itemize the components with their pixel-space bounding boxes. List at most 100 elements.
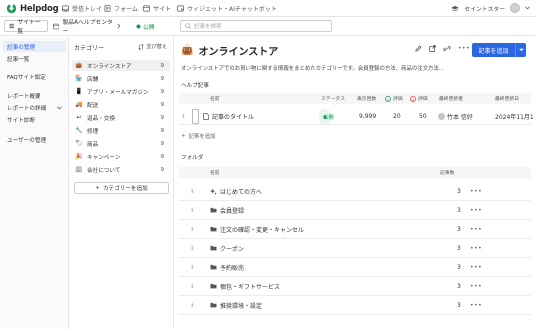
category-item[interactable]: 👜 オンラインストア 9 [72,60,170,71]
category-item[interactable]: 🎉 キャンペーン 9 [72,151,170,162]
nav-widget[interactable]: ウィジェット・AIチャットボット [177,4,277,13]
chevron-down-icon [518,48,524,52]
building-icon: 🏢 [75,166,83,173]
site-bar: サイト一覧 製品Aヘルプセンター 公開 記事を検索 [0,17,536,36]
sidebar-item-report-overview[interactable]: レポート概要 [3,90,66,101]
drag-handle-icon[interactable]: ⁞⁞ [191,277,194,295]
sidebar-item-article-management[interactable]: 記事の管理 [3,41,66,52]
folder-icon [210,258,217,276]
sidebar-item-site-diagnosis[interactable]: サイト診断 [3,114,66,125]
phone-icon: 📱 [75,88,83,95]
edit-icon[interactable] [415,45,422,52]
chevron-right-icon [117,23,121,29]
site-list-button[interactable]: サイト一覧 [4,20,48,35]
status-label: 公開 [323,114,334,121]
nav-inbox[interactable]: 受信トレイ [62,4,102,13]
status-badge-pill: 公開 [319,109,334,124]
nav-site-label: サイト [153,6,172,13]
more-icon[interactable]: ••• [470,296,482,314]
col-updated: 最終更新日 [495,97,519,102]
tag-icon: 🏷 [75,140,83,147]
table-row[interactable]: ⁞⁞ 記事のタイトル 公開 9,999 20 50 竹本 信好 2024年11月… [179,109,534,125]
nav-form[interactable]: フォーム [104,4,138,13]
drag-handle-icon[interactable]: ⁞⁞ [191,239,194,257]
col-updater: 最終更新者 [439,97,463,102]
drag-handle-icon[interactable]: ⁞⁞ [191,201,194,219]
open-external-icon[interactable] [429,45,436,52]
form-icon [104,5,111,12]
sort-button[interactable]: 並び替え [138,43,167,50]
row-checkbox[interactable] [192,109,199,124]
drag-handle-icon[interactable]: ⁞⁞ [191,182,194,200]
category-item[interactable]: ↩ 返品・交換 9 [72,112,170,123]
drag-handle-icon[interactable]: ⁞⁞ [182,109,185,124]
category-item[interactable]: 🔧 修理 9 [72,125,170,136]
more-icon[interactable]: ••• [470,277,482,295]
sidebar-item-report-detail[interactable]: レポートの詳細 [3,102,66,113]
articles-table-header: 名前 ステータス 表示回数 評価 評価 最終更新者 最終更新日 [179,93,531,104]
category-item[interactable]: 🏢 会社について 9 [72,164,170,175]
sidebar-item-faq-settings[interactable]: FAQサイト設定 [3,71,66,82]
good-value: 20 [393,113,401,120]
category-label: 返品・交換 [87,115,115,122]
more-icon[interactable]: ••• [470,220,482,238]
category-description: オンラインストアでのお買い物に関する情報をまとめたカテゴリーです。会員登録の方法… [181,66,444,72]
avatar[interactable] [510,3,520,13]
more-icon[interactable]: ••• [470,182,482,200]
folder-count: 3 [457,282,461,290]
category-item[interactable]: 📱 アプリ・メールマガジン 9 [72,86,170,97]
folder-name: 注文の確認・変更・キャンセル [220,226,305,234]
link-icon[interactable] [443,45,451,52]
folder-row[interactable]: ⁞⁞ 会員登録 3 ••• [179,201,531,220]
add-article-dropdown[interactable] [515,43,526,57]
folder-name: はじめての方へ [220,188,263,196]
search-placeholder: 記事を検索 [194,24,222,30]
folder-row[interactable]: ⁞⁞ 梱包・ギフトサービス 3 ••• [179,277,531,296]
updater: 竹本 信好 [438,109,473,124]
sort-icon [138,43,144,50]
more-icon[interactable]: ••• [470,201,482,219]
more-icon[interactable]: ••• [458,45,470,52]
site-name[interactable]: 製品Aヘルプセンター [53,20,125,35]
sidebar-item-user-management[interactable]: ユーザーの管理 [3,134,66,145]
add-article-button[interactable]: 記事を追加 [472,43,526,57]
drag-handle-icon[interactable]: ⁞⁞ [191,220,194,238]
more-icon[interactable]: ••• [470,258,482,276]
search-input[interactable]: 記事を検索 [180,20,332,32]
category-label: 修理 [87,128,99,135]
folders-heading: フォルダ [181,155,204,161]
top-bar: Helpdog 受信トレイ フォーム サイト ウィジェット・AIチャットボット … [0,0,536,17]
folder-row[interactable]: ⁞⁞ 注文の確認・変更・キャンセル 3 ••• [179,220,531,239]
main-content: 👜 オンラインストア ••• 記事を追加 オンラインストアでのお買い物に関する情… [175,37,536,329]
add-category-button[interactable]: + カテゴリーを追加 [74,182,169,194]
category-item[interactable]: 🚚 配送 9 [72,99,170,110]
folder-row[interactable]: ⁞⁞ クーポン 3 ••• [179,239,531,258]
category-label: 配送 [87,102,99,109]
sidebar-item-article-list[interactable]: 記事一覧 [3,53,66,64]
more-icon[interactable]: ••• [470,239,482,257]
category-count: 9 [160,140,164,147]
category-count: 9 [160,101,164,108]
add-article-row[interactable]: + 記事を追加 [181,132,216,140]
logo[interactable]: Helpdog [6,3,59,14]
user-menu[interactable]: セイントスター [451,3,530,13]
folder-count: 3 [457,301,461,309]
category-item[interactable]: 🏪 店舗 9 [72,73,170,84]
drag-handle-icon[interactable]: ⁞⁞ [191,296,194,314]
drag-handle-icon[interactable]: ⁞⁞ [191,258,194,276]
graduation-cap-icon[interactable] [451,5,459,12]
col-good-label: 評価 [393,97,403,102]
site-name-label: 製品Aヘルプセンター [62,20,113,35]
nav-site[interactable]: サイト [143,4,171,13]
store-icon: 🏪 [75,75,83,82]
status-dot-icon [136,24,141,28]
sidebar-item-label: レポートの詳細 [7,105,47,112]
folder-row[interactable]: ⁞⁞ 予約販売 3 ••• [179,258,531,277]
folder-row[interactable]: ⁞⁞ はじめての方へ 3 ••• [179,182,531,201]
smile-icon [385,95,391,102]
folder-name: 会員登録 [220,207,245,215]
folder-row[interactable]: ⁞⁞ 推奨環境・設定 3 ••• [179,296,531,315]
sidebar-item-label: 記事一覧 [7,56,30,63]
article-title[interactable]: 記事のタイトル [212,109,254,124]
category-item[interactable]: 🏷 商品 9 [72,138,170,149]
